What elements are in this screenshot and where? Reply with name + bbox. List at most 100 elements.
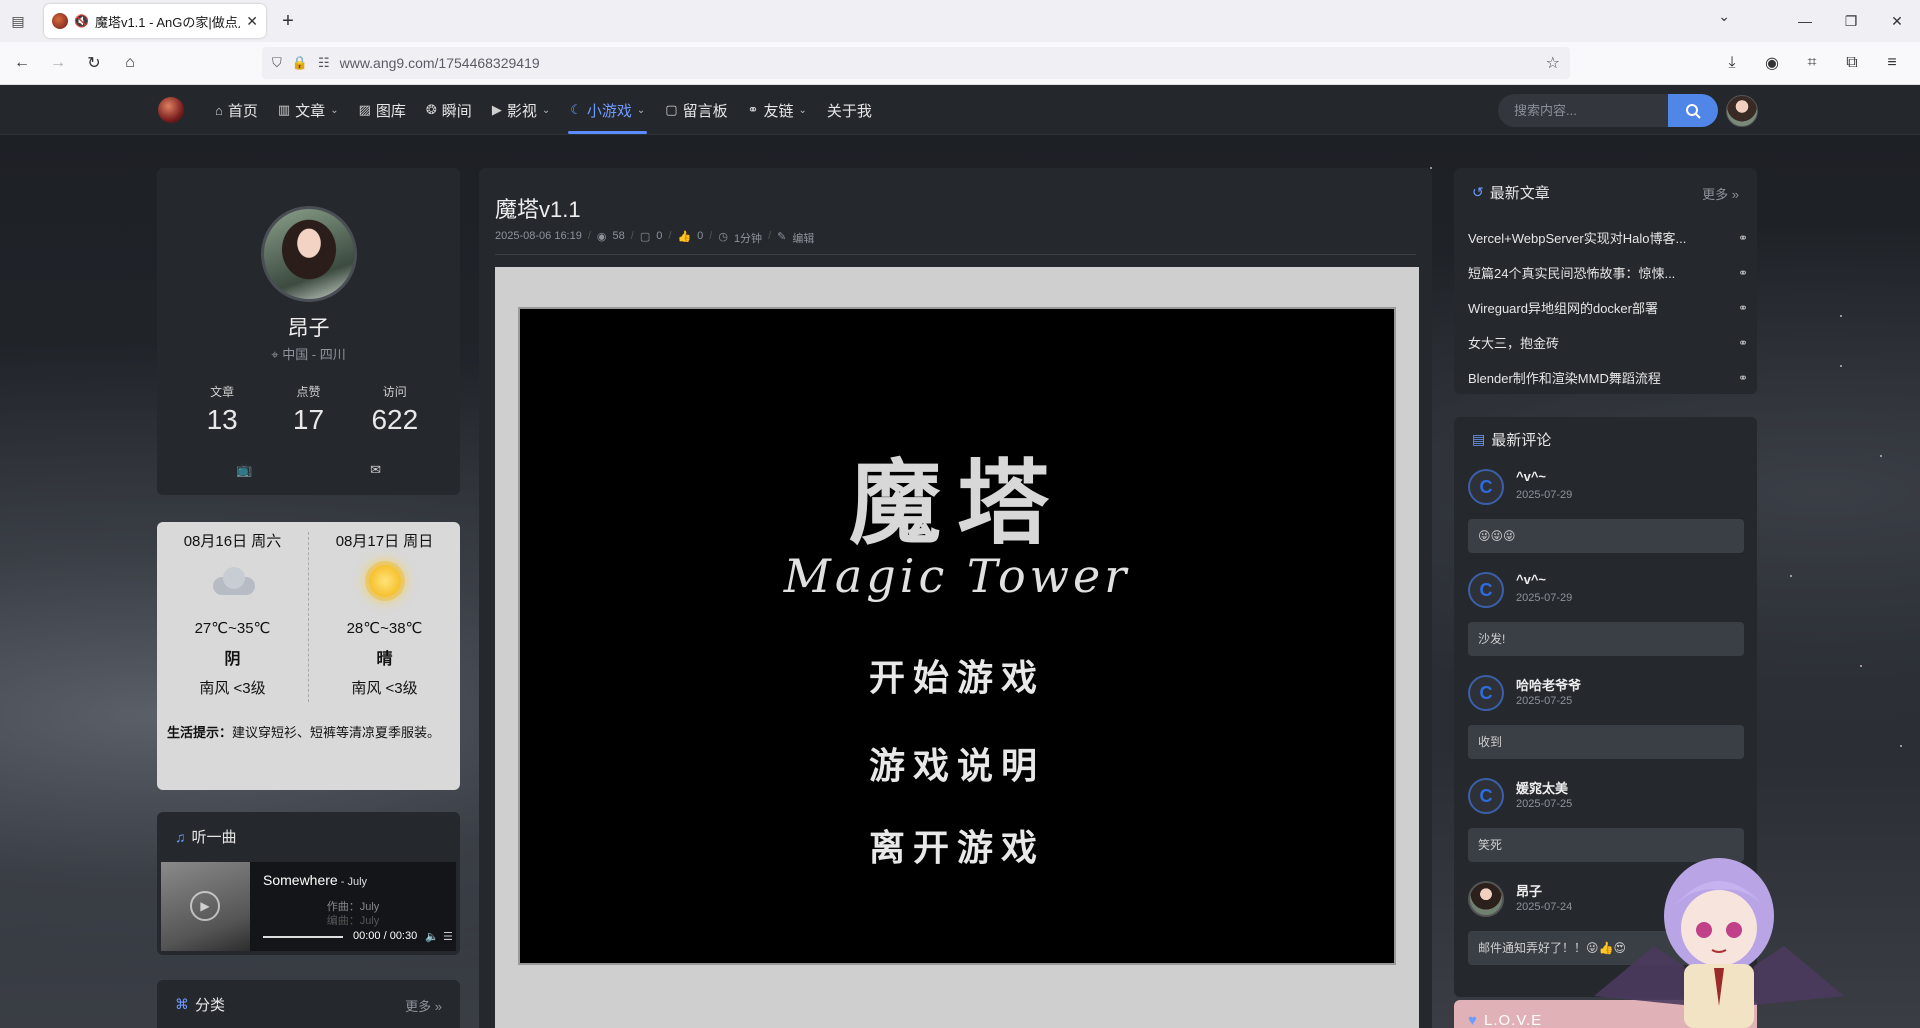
menu-item-label: 文章 bbox=[295, 102, 326, 120]
weather-date: 08月16日 周六 bbox=[183, 533, 282, 550]
recent-article-title[interactable]: 女大三，抱金砖 bbox=[1468, 333, 1713, 352]
music-title: 听一曲 bbox=[191, 829, 237, 846]
recent-article-item[interactable]: Vercel+WebpServer实现对Halo博客... ⚭ bbox=[1468, 220, 1748, 255]
menu-item-1[interactable]: ▥ 文章 ⌄ bbox=[268, 85, 349, 135]
back-icon[interactable]: ← bbox=[4, 47, 40, 79]
link-icon[interactable]: ⚭ bbox=[1738, 301, 1748, 315]
url-bar[interactable]: ⛉ 🔒 ☷ www.ang9.com/1754468329419 ☆ bbox=[262, 47, 1570, 79]
stat-label: 点赞 bbox=[296, 385, 321, 399]
volume-icon[interactable]: 🔈 bbox=[425, 930, 439, 943]
menu-item-4[interactable]: ▶ 影视 ⌄ bbox=[482, 85, 560, 135]
menu-item-3[interactable]: ❂ 瞬间 bbox=[416, 85, 482, 135]
restore-icon[interactable]: ❐ bbox=[1828, 0, 1874, 42]
comment-body[interactable]: 沙发! bbox=[1468, 622, 1744, 656]
user-avatar[interactable] bbox=[1726, 95, 1758, 127]
game-canvas[interactable]: 魔塔 Magic Tower 开始游戏 游戏说明 离开游戏 bbox=[518, 307, 1396, 965]
link-icon[interactable]: ⚭ bbox=[1738, 266, 1748, 280]
history-icon: ↺ bbox=[1472, 184, 1484, 200]
album-cover: ▶ bbox=[161, 862, 250, 951]
recent-article-title[interactable]: 短篇24个真实民间恐怖故事：惊悚... bbox=[1468, 263, 1713, 282]
cloudy-icon bbox=[209, 567, 257, 595]
category-more-link[interactable]: 更多 » bbox=[405, 996, 442, 1015]
recent-article-title[interactable]: Vercel+WebpServer实现对Halo博客... bbox=[1468, 228, 1713, 247]
commenter-avatar[interactable] bbox=[1468, 881, 1504, 917]
commenter-name[interactable]: ^v^~ bbox=[1516, 469, 1546, 484]
link-icon[interactable]: ⚭ bbox=[1738, 231, 1748, 245]
recent-article-title[interactable]: Blender制作和渲染MMD舞蹈流程 bbox=[1468, 368, 1713, 387]
minimize-icon[interactable]: — bbox=[1782, 0, 1828, 42]
game-menu-exit[interactable]: 离开游戏 bbox=[520, 819, 1394, 871]
link-icon[interactable]: ⚭ bbox=[1738, 336, 1748, 350]
recent-articles-card: ↺ 最新文章 更多 » Vercel+WebpServer实现对Halo博客..… bbox=[1454, 168, 1757, 394]
recent-more-link[interactable]: 更多 » bbox=[1702, 184, 1739, 203]
commenter-name[interactable]: ^v^~ bbox=[1516, 572, 1546, 587]
game-menu-start[interactable]: 开始游戏 bbox=[520, 649, 1394, 701]
commenter-avatar[interactable]: C bbox=[1468, 778, 1504, 814]
comment-icon: ▢ bbox=[639, 231, 651, 243]
menu-item-0[interactable]: ⌂ 首页 bbox=[205, 85, 268, 135]
close-tab-icon[interactable]: ✕ bbox=[246, 13, 258, 30]
play-icon[interactable]: ▶ bbox=[190, 891, 220, 921]
profile-card: 昂子 ⌖ 中国 - 四川 文章 13 点赞 17 访问 622 📺 ✉ bbox=[157, 168, 460, 495]
menu-item-5[interactable]: ☾ 小游戏 ⌄ bbox=[560, 85, 655, 135]
commenter-avatar[interactable]: C bbox=[1468, 469, 1504, 505]
site-logo[interactable] bbox=[158, 97, 184, 123]
forward-icon[interactable]: → bbox=[40, 47, 76, 79]
shield-icon[interactable]: ⛉ bbox=[272, 55, 282, 71]
screenshot-icon[interactable]: ⌗ bbox=[1794, 47, 1830, 79]
extensions-icon[interactable]: ⧉ bbox=[1834, 47, 1870, 79]
game-title-cn: 魔塔 bbox=[848, 449, 1065, 557]
bilibili-icon[interactable]: 📺 bbox=[236, 462, 252, 478]
new-tab-icon[interactable]: + bbox=[272, 5, 304, 37]
weather-day-2: 08月17日 周日 28℃~38℃ 晴 南风 <3级 bbox=[309, 522, 460, 698]
url-text[interactable]: www.ang9.com/1754468329419 bbox=[340, 55, 1536, 71]
menu-item-label: 图库 bbox=[375, 102, 406, 120]
bookmark-star-icon[interactable]: ☆ bbox=[1546, 53, 1560, 73]
commenter-avatar[interactable]: C bbox=[1468, 675, 1504, 711]
chevron-down-icon[interactable]: ⌄ bbox=[1718, 8, 1730, 25]
article-card: 魔塔v1.1 2025-08-06 16:19/ ◉ 58/ ▢ 0/ 👍 0/ ◷ 1… bbox=[479, 168, 1432, 1028]
article-edit-link[interactable]: 编辑 bbox=[792, 230, 814, 246]
recent-article-item[interactable]: 女大三，抱金砖 ⚭ bbox=[1468, 325, 1748, 360]
search-button[interactable] bbox=[1668, 94, 1718, 127]
permissions-icon[interactable]: ☷ bbox=[318, 55, 330, 71]
close-window-icon[interactable]: ✕ bbox=[1874, 0, 1920, 42]
menu-item-6[interactable]: ▢ 留言板 bbox=[655, 85, 737, 135]
browser-tab-active[interactable]: 🔇 魔塔v1.1 - AnGの家|做点儿 ✕ bbox=[44, 4, 266, 38]
edit-icon[interactable]: ✎ bbox=[777, 230, 786, 246]
playlist-icon[interactable]: ☰ bbox=[443, 930, 453, 943]
music-player: ▶ Somewhere - July 作曲：July 编曲：July 00:00… bbox=[161, 862, 456, 951]
menu-item-8[interactable]: 关于我 bbox=[817, 85, 882, 135]
commenter-name[interactable]: 媛窕太美 bbox=[1516, 778, 1568, 797]
recent-article-item[interactable]: Blender制作和渲染MMD舞蹈流程 ⚭ bbox=[1468, 360, 1748, 395]
tab-list-icon[interactable]: ▤ bbox=[2, 5, 34, 37]
mail-icon[interactable]: ✉ bbox=[370, 462, 381, 478]
search-input[interactable]: 搜索内容... bbox=[1498, 94, 1668, 127]
recent-article-title[interactable]: Wireguard异地组网的docker部署 bbox=[1468, 298, 1713, 317]
comment-body[interactable]: 收到 bbox=[1468, 725, 1744, 759]
game-menu-help[interactable]: 游戏说明 bbox=[520, 737, 1394, 789]
commenter-name[interactable]: 昂子 bbox=[1516, 881, 1542, 900]
commenter-avatar[interactable]: C bbox=[1468, 572, 1504, 608]
comment-body[interactable]: 😜😜😜 bbox=[1468, 519, 1744, 553]
moon-icon: ☾ bbox=[570, 102, 582, 117]
tab-title: 魔塔v1.1 - AnGの家|做点儿 bbox=[94, 14, 241, 30]
home-icon[interactable]: ⌂ bbox=[112, 47, 148, 79]
lock-icon[interactable]: 🔒 bbox=[292, 55, 308, 71]
account-icon[interactable]: ◉ bbox=[1754, 47, 1790, 79]
mascot-character[interactable] bbox=[1574, 846, 1864, 1028]
mute-icon[interactable]: 🔇 bbox=[74, 14, 89, 28]
menu-icon[interactable]: ≡ bbox=[1874, 47, 1910, 79]
article-views: 58 bbox=[612, 230, 625, 242]
game-frame: 魔塔 Magic Tower 开始游戏 游戏说明 离开游戏 bbox=[495, 267, 1419, 1028]
recent-article-item[interactable]: Wireguard异地组网的docker部署 ⚭ bbox=[1468, 290, 1748, 325]
menu-item-2[interactable]: ▨ 图库 bbox=[349, 85, 416, 135]
reload-icon[interactable]: ↻ bbox=[76, 47, 112, 79]
menu-item-7[interactable]: ⚭ 友链 ⌄ bbox=[738, 85, 817, 135]
profile-avatar[interactable] bbox=[261, 206, 357, 302]
commenter-name[interactable]: 哈哈老爷爷 bbox=[1516, 675, 1581, 694]
downloads-icon[interactable]: ⤓ bbox=[1714, 47, 1750, 79]
link-icon[interactable]: ⚭ bbox=[1738, 371, 1748, 385]
recent-article-item[interactable]: 短篇24个真实民间恐怖故事：惊悚... ⚭ bbox=[1468, 255, 1748, 290]
progress-bar[interactable] bbox=[263, 936, 343, 938]
